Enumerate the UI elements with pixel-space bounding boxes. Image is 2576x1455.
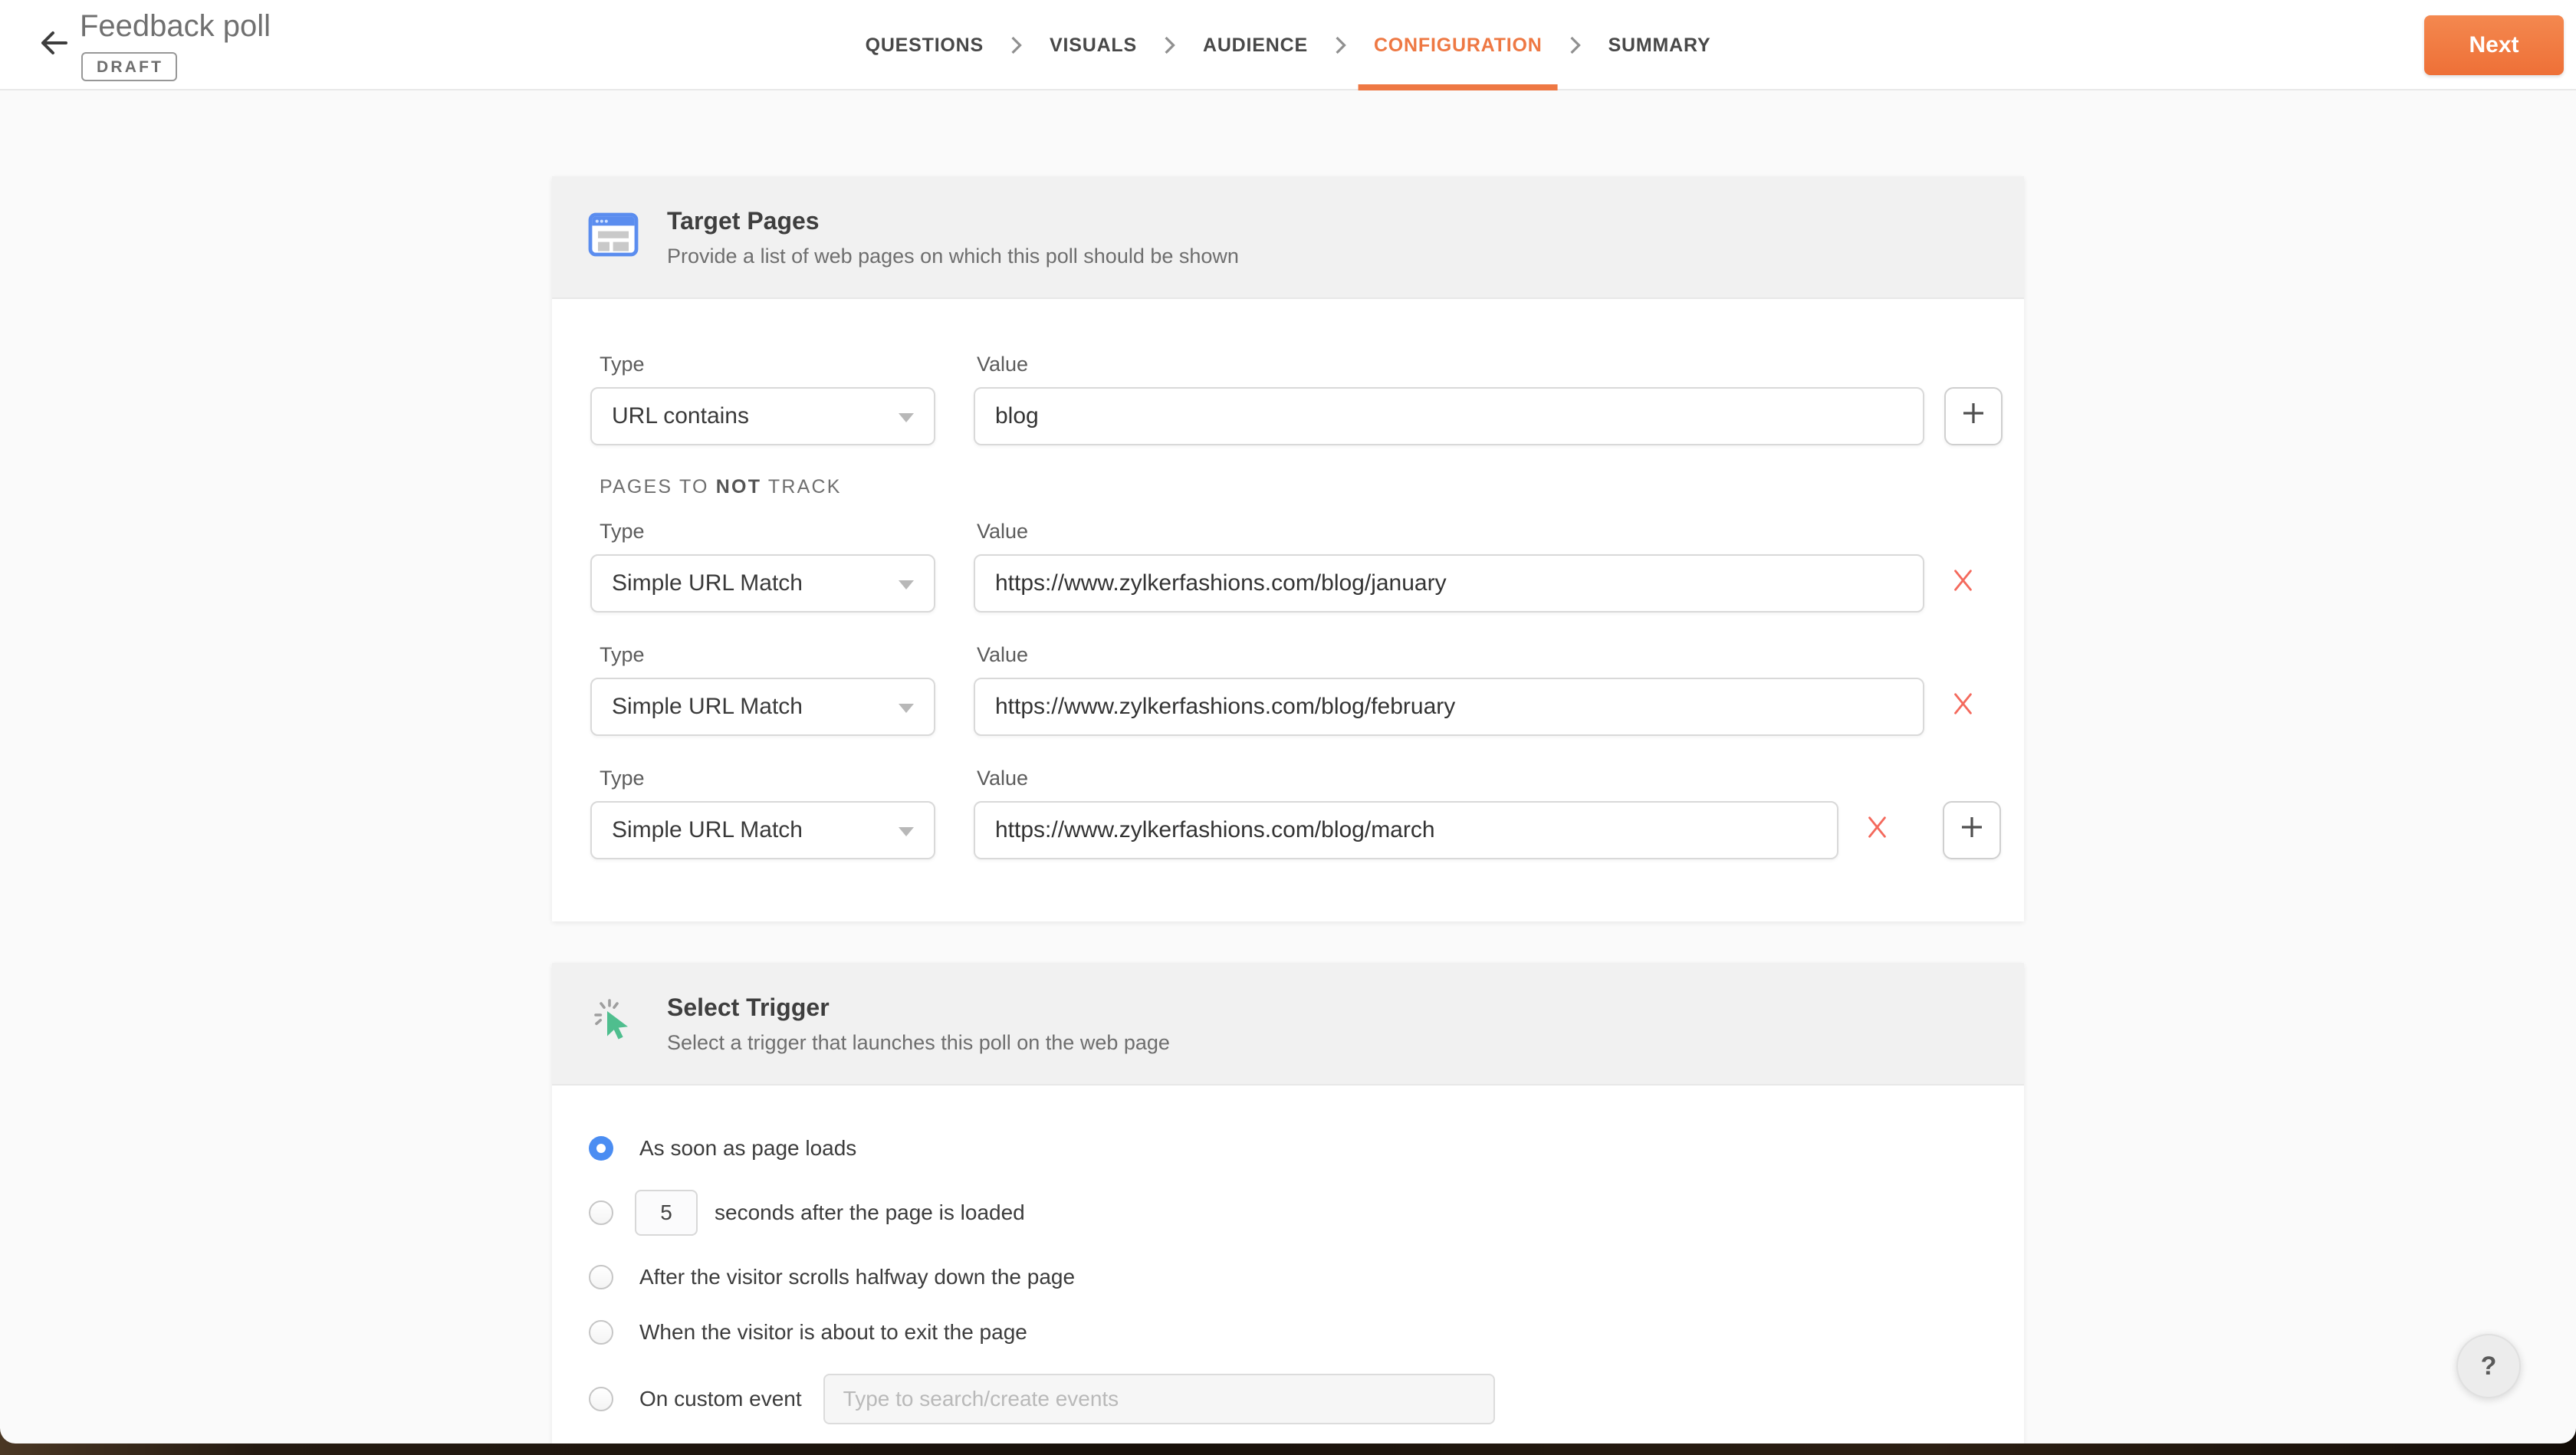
exclude-value-input[interactable] <box>974 801 1838 859</box>
add-exclude-rule-button[interactable] <box>1943 801 2001 859</box>
step-questions[interactable]: QUESTIONS <box>866 0 984 90</box>
trigger-option-page-load: As soon as page loads <box>589 1136 2003 1161</box>
delete-rule-button[interactable] <box>1949 570 1976 597</box>
trigger-option-custom-event: On custom event <box>589 1374 2003 1424</box>
status-badge: DRAFT <box>81 52 177 81</box>
arrow-left-icon <box>35 25 72 67</box>
top-bar: Feedback poll DRAFT QUESTIONS VISUALS AU… <box>0 0 2576 90</box>
chevron-down-icon <box>899 827 914 836</box>
value-label: Value <box>974 520 1028 544</box>
trigger-option-scroll: After the visitor scrolls halfway down t… <box>589 1265 2003 1289</box>
select-trigger-card: Select Trigger Select a trigger that lau… <box>552 963 2024 1444</box>
section-subtitle: Select a trigger that launches this poll… <box>667 1031 1170 1055</box>
chevron-right-icon <box>1334 34 1348 56</box>
include-rule-row: URL contains <box>590 387 2003 445</box>
include-type-dropdown[interactable]: URL contains <box>590 387 935 445</box>
radio-unselected[interactable] <box>589 1320 613 1345</box>
next-button[interactable]: Next <box>2424 15 2564 75</box>
cursor-click-icon <box>587 995 639 1050</box>
chevron-down-icon <box>899 704 914 713</box>
step-summary[interactable]: SUMMARY <box>1608 0 1711 90</box>
type-label: Type <box>590 353 974 376</box>
delete-rule-button[interactable] <box>1863 816 1891 844</box>
select-trigger-header: Select Trigger Select a trigger that lau… <box>552 963 2024 1086</box>
x-delete-icon <box>1950 567 1976 599</box>
chevron-right-icon <box>1163 34 1177 56</box>
chevron-down-icon <box>899 580 914 590</box>
exclude-type-dropdown[interactable]: Simple URL Match <box>590 678 935 736</box>
exclude-rule-row: Simple URL Match <box>590 554 2003 613</box>
type-label: Type <box>590 520 974 544</box>
back-button[interactable] <box>34 26 74 66</box>
value-label: Value <box>974 767 1028 790</box>
content-area: Target Pages Provide a list of web pages… <box>0 90 2576 1444</box>
exclude-rule-row: Simple URL Match <box>590 678 2003 736</box>
include-value-input[interactable] <box>974 387 1924 445</box>
step-configuration[interactable]: CONFIGURATION <box>1374 0 1543 90</box>
help-button[interactable]: ? <box>2456 1334 2521 1398</box>
exclude-value-input[interactable] <box>974 554 1924 613</box>
step-visuals[interactable]: VISUALS <box>1050 0 1137 90</box>
trigger-option-exit: When the visitor is about to exit the pa… <box>589 1320 2003 1345</box>
exclude-type-dropdown[interactable]: Simple URL Match <box>590 801 935 859</box>
type-label: Type <box>590 643 974 667</box>
step-audience[interactable]: AUDIENCE <box>1203 0 1308 90</box>
radio-unselected[interactable] <box>589 1265 613 1289</box>
plus-icon <box>1960 815 1984 846</box>
radio-unselected[interactable] <box>589 1387 613 1411</box>
app-window: Feedback poll DRAFT QUESTIONS VISUALS AU… <box>0 0 2576 1455</box>
section-title: Select Trigger <box>667 994 1170 1022</box>
section-subtitle: Provide a list of web pages on which thi… <box>667 245 1239 268</box>
chevron-right-icon <box>1010 34 1024 56</box>
pages-to-not-track-heading: PAGES TO NOT TRACK <box>600 476 2003 498</box>
delay-seconds-input[interactable] <box>635 1190 698 1236</box>
section-title: Target Pages <box>667 207 1239 235</box>
chevron-right-icon <box>1569 34 1582 56</box>
exclude-value-input[interactable] <box>974 678 1924 736</box>
plus-icon <box>1961 401 1986 432</box>
target-pages-card: Target Pages Provide a list of web pages… <box>552 176 2024 921</box>
browser-window-icon <box>587 209 639 267</box>
chevron-down-icon <box>899 413 914 422</box>
radio-selected[interactable] <box>589 1136 613 1161</box>
x-delete-icon <box>1950 691 1976 723</box>
radio-unselected[interactable] <box>589 1200 613 1225</box>
x-delete-icon <box>1864 814 1890 846</box>
add-include-rule-button[interactable] <box>1944 387 2003 445</box>
exclude-type-dropdown[interactable]: Simple URL Match <box>590 554 935 613</box>
page-title: Feedback poll <box>80 9 271 44</box>
exclude-rule-row: Simple URL Match <box>590 801 2003 859</box>
custom-event-search-input[interactable] <box>823 1374 1495 1424</box>
delete-rule-button[interactable] <box>1949 693 1976 721</box>
target-pages-header: Target Pages Provide a list of web pages… <box>552 176 2024 299</box>
value-label: Value <box>974 353 1028 376</box>
type-label: Type <box>590 767 974 790</box>
trigger-option-delay: seconds after the page is loaded <box>589 1190 2003 1236</box>
value-label: Value <box>974 643 1028 667</box>
breadcrumb: QUESTIONS VISUALS AUDIENCE CONFIGURATION… <box>866 0 1711 90</box>
